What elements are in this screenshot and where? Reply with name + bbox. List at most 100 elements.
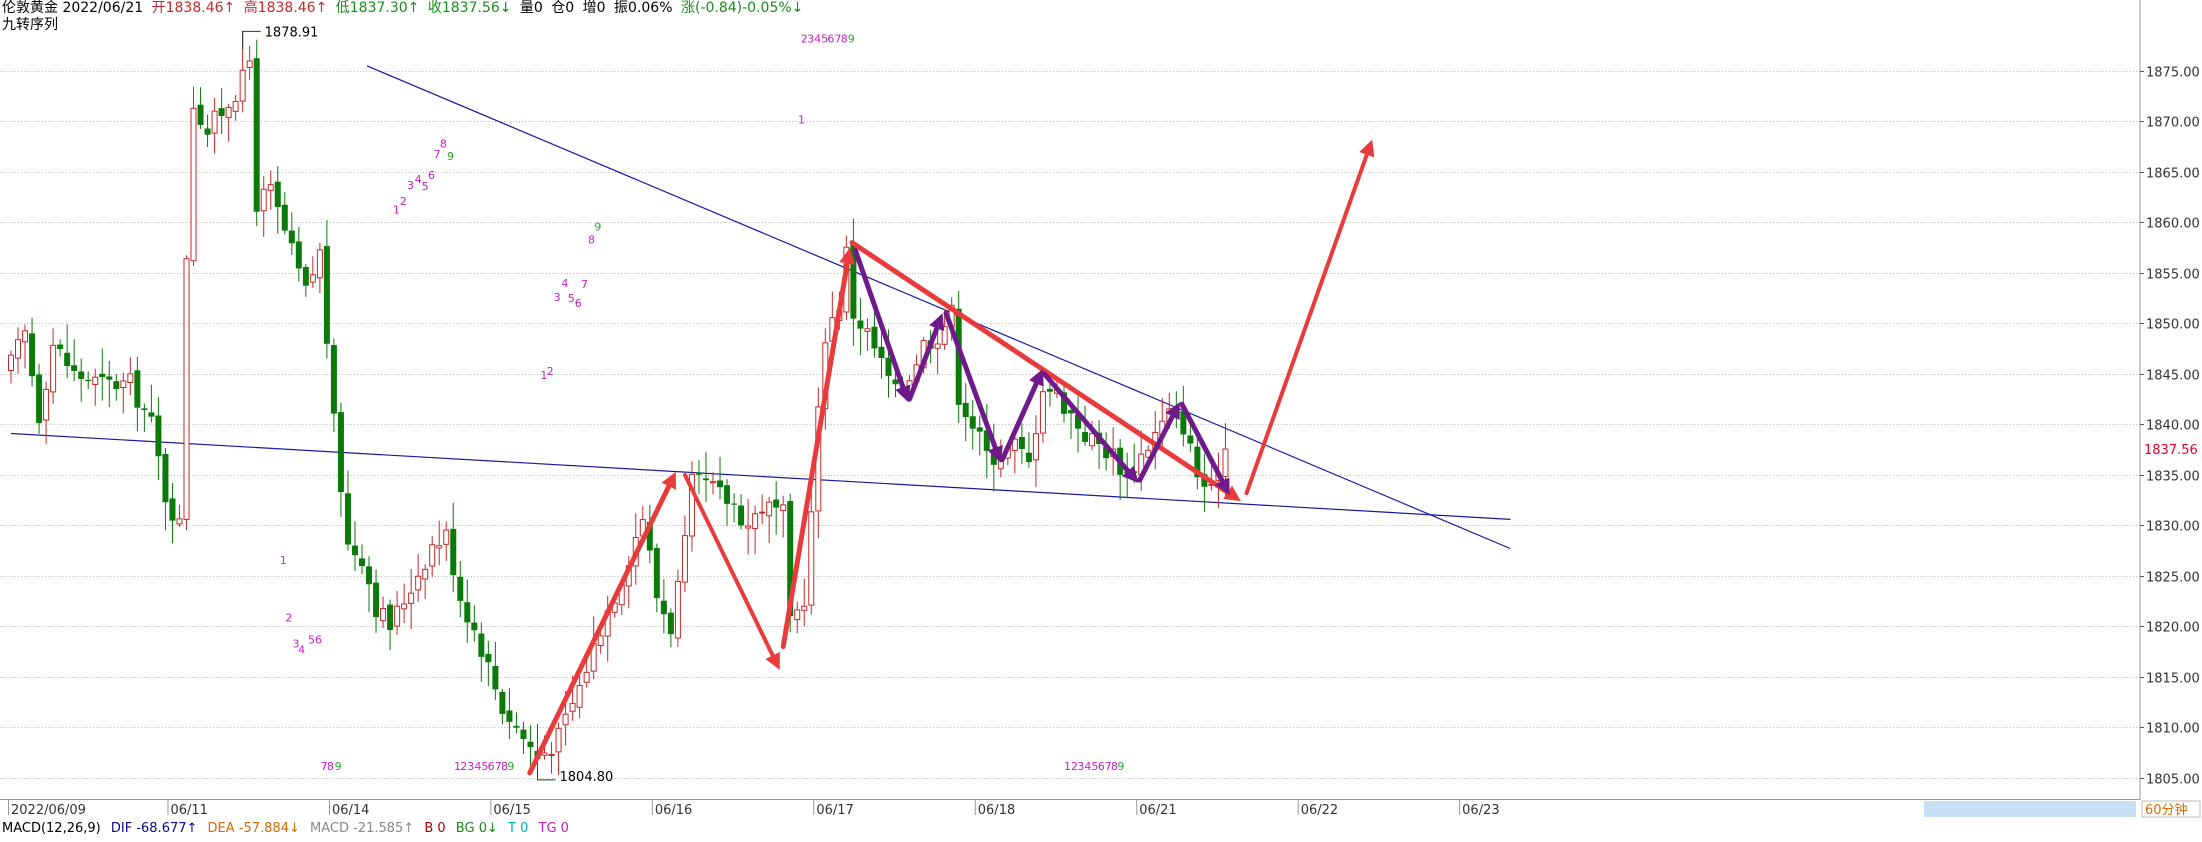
candle-body <box>766 501 773 517</box>
candle-body <box>422 568 429 580</box>
low-price: 低1837.30↑ <box>335 0 420 16</box>
y-tick-label: 1860.00 <box>2146 217 2200 232</box>
candle-body <box>366 566 373 585</box>
candle-body <box>1032 433 1039 461</box>
open-price: 开1838.46↑ <box>151 0 236 16</box>
candle-body <box>387 604 394 630</box>
nine-count: 6 <box>575 297 582 310</box>
candle-body <box>183 258 190 520</box>
candle-body <box>738 505 745 526</box>
candle-body <box>127 373 134 384</box>
candle-body <box>113 381 120 390</box>
macd-b: B 0 <box>424 821 446 836</box>
candle-body <box>892 379 899 385</box>
nine-count: 9 <box>1117 760 1124 773</box>
nine-count: 4 <box>1084 760 1091 773</box>
candle-body <box>976 427 983 432</box>
candle-body <box>394 605 401 627</box>
candle-body <box>443 529 450 545</box>
candle-body <box>15 339 22 359</box>
candle-body <box>731 503 738 505</box>
nine-count: 5 <box>308 634 315 647</box>
candle-body <box>281 204 288 231</box>
candle-body <box>695 472 702 475</box>
timeframe-label[interactable]: 60分钟 <box>2145 802 2188 818</box>
candle-body <box>555 727 562 753</box>
candle-body <box>78 371 85 379</box>
nine-count: 3 <box>467 760 474 773</box>
candle-body <box>330 345 337 414</box>
candle-body <box>64 352 71 367</box>
y-tick-label: 1875.00 <box>2146 66 2200 81</box>
x-tick-label: 06/22 <box>1301 803 1338 818</box>
candle-body <box>169 498 176 521</box>
candle-body <box>485 653 492 663</box>
nine-count: 4 <box>298 644 305 657</box>
candle-body <box>478 633 485 657</box>
nine-count: 9 <box>335 760 342 773</box>
macd-dea: DEA -57.884↓ <box>207 821 300 836</box>
candle-body <box>8 354 14 372</box>
candle-body <box>457 576 464 601</box>
candle-body <box>717 480 724 488</box>
y-tick-label: 1865.00 <box>2146 167 2200 182</box>
nine-count: 7 <box>581 278 588 291</box>
candle-body <box>759 511 766 514</box>
candle-body <box>99 373 106 378</box>
y-tick-label: 1840.00 <box>2146 419 2200 434</box>
nine-count: 4 <box>561 277 568 290</box>
candle-body <box>597 635 604 646</box>
x-tick-label: 06/17 <box>816 803 853 818</box>
candle-body <box>204 128 211 135</box>
candlestick-chart[interactable]: 12345 67 8 9123 4567891 2 3 4 5 6 7 8 91 2345 67892 3 4 5… <box>0 0 2202 838</box>
candle-body <box>29 333 36 377</box>
y-tick-label: 1845.00 <box>2146 369 2200 384</box>
candle-body <box>464 602 471 623</box>
nine-count: 2 <box>285 611 292 624</box>
candle-body <box>681 535 688 583</box>
macd-bg: BG 0↓ <box>455 821 498 836</box>
y-tick-label: 1815.00 <box>2146 672 2200 687</box>
candle-body <box>1018 437 1025 449</box>
nine-count: 1 <box>798 113 805 126</box>
candle-body <box>871 326 878 349</box>
candle-body <box>415 575 422 591</box>
macd-tg: TG 0 <box>538 821 569 836</box>
open-interest: 仓0 <box>551 0 575 16</box>
candle-body <box>253 58 260 212</box>
volume: 量0 <box>519 0 543 16</box>
candle-body <box>660 600 667 615</box>
amplitude: 振0.06% <box>614 0 673 16</box>
candle-body <box>492 666 499 690</box>
candle-body <box>864 328 871 332</box>
candle-body <box>190 107 197 262</box>
candle-body <box>745 525 752 529</box>
x-tick-label: 06/14 <box>332 803 369 818</box>
macd-dif: DIF -68.677↑ <box>110 821 198 836</box>
candle-body <box>260 188 267 212</box>
macd-footer: MACD(12,26,9) DIF -68.677↑ DEA -57.884↓ … <box>2 820 575 837</box>
candle-body <box>513 725 520 728</box>
nine-count: 1 <box>1064 760 1071 773</box>
candle-body <box>295 241 302 269</box>
nine-count: 8 <box>588 234 595 247</box>
candle-body <box>380 608 387 622</box>
y-tick-label: 1825.00 <box>2146 571 2200 586</box>
nine-count: 4 <box>415 173 422 186</box>
candle-body <box>351 545 358 556</box>
high-label: 1878.91 <box>265 25 319 40</box>
candle-body <box>218 108 225 117</box>
candle-body <box>373 582 380 618</box>
nine-count: 6 <box>488 760 495 773</box>
candle-body <box>857 320 864 329</box>
nine-count: 1 <box>280 554 287 567</box>
instrument-title: 伦敦黄金 2022/06/21 <box>2 0 144 16</box>
candle-body <box>576 685 583 708</box>
candle-body <box>344 493 351 545</box>
candle-body <box>36 374 43 424</box>
close-price: 收1837.56↓ <box>427 0 512 16</box>
x-tick-label: 06/16 <box>655 803 692 818</box>
macd-value: MACD -21.585↑ <box>310 821 415 836</box>
candle <box>674 569 681 647</box>
x-tick-label: 2022/06/09 <box>11 803 86 818</box>
